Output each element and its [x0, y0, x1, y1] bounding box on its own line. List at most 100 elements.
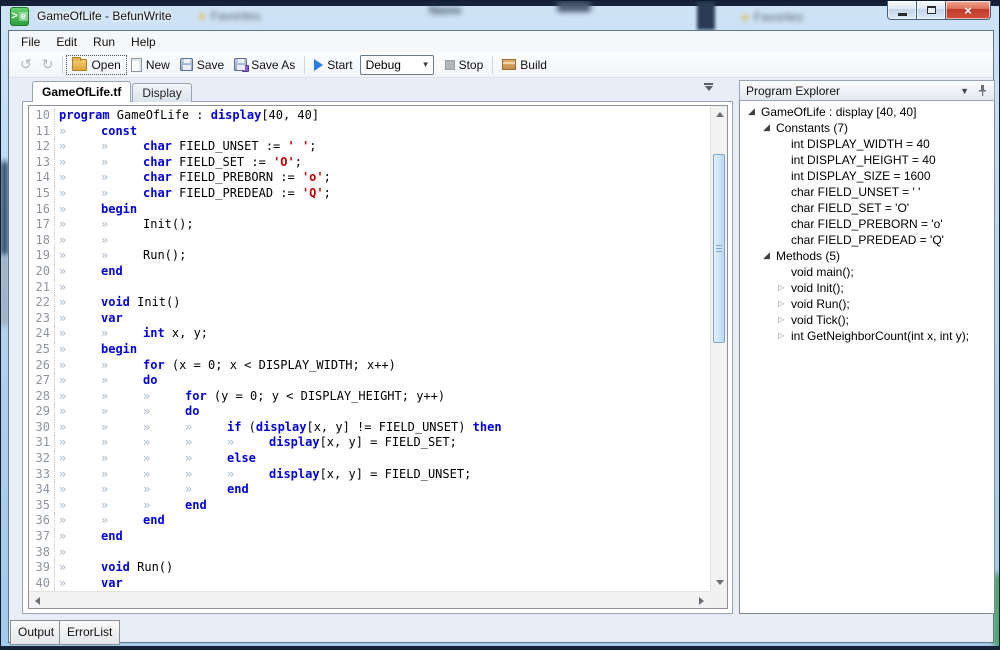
code-line[interactable]: 27»»do — [29, 373, 710, 389]
code-line[interactable]: 36»»end — [29, 513, 710, 529]
stop-button[interactable]: Stop — [440, 56, 489, 74]
scroll-up-icon — [716, 112, 724, 117]
code-line[interactable]: 21» — [29, 280, 710, 296]
code-line[interactable]: 24»»int x, y; — [29, 326, 710, 342]
tree-item[interactable]: char FIELD_PREBORN = 'o' — [740, 216, 994, 232]
start-button[interactable]: Start — [309, 56, 357, 74]
tab-marker-icon: » — [143, 498, 185, 514]
tab-marker-icon: » — [185, 435, 227, 451]
code-line[interactable]: 14»»char FIELD_PREBORN := 'o'; — [29, 170, 710, 186]
tab-marker-icon: » — [101, 326, 143, 342]
keyword: display — [256, 420, 307, 434]
tab-list-dropdown-icon[interactable] — [703, 83, 714, 93]
tab-output[interactable]: Output — [10, 620, 62, 645]
code-line[interactable]: 40»var — [29, 576, 710, 591]
tree-item[interactable]: ◢Methods (5) — [740, 248, 994, 264]
code-line[interactable]: 17»»Init(); — [29, 217, 710, 233]
code-line[interactable]: 20»end — [29, 264, 710, 280]
code-line[interactable]: 22»void Init() — [29, 295, 710, 311]
code-editor[interactable]: 10program GameOfLife : display[40, 40]11… — [28, 105, 728, 609]
code-line[interactable]: 33»»»»»display[x, y] = FIELD_UNSET; — [29, 467, 710, 483]
horizontal-scrollbar[interactable] — [29, 591, 710, 608]
menu-item-file[interactable]: File — [13, 33, 48, 51]
tree-item[interactable]: void main(); — [740, 264, 994, 280]
code-fragment: Init() — [130, 295, 181, 309]
code-line[interactable]: 39»void Run() — [29, 560, 710, 576]
pin-icon[interactable] — [977, 84, 988, 97]
stop-label: Stop — [459, 58, 484, 72]
save-as-button[interactable]: Save As — [229, 56, 300, 74]
code-line[interactable]: 26»»for (x = 0; x < DISPLAY_WIDTH; x++) — [29, 358, 710, 374]
menu-item-run[interactable]: Run — [85, 33, 123, 51]
close-button[interactable]: × — [946, 1, 991, 20]
code-line[interactable]: 37»end — [29, 529, 710, 545]
titlebar[interactable]: > e GameOfLife - BefunWrite × — [1, 1, 1000, 30]
menu-item-edit[interactable]: Edit — [48, 33, 85, 51]
tree-item[interactable]: char FIELD_PREDEAD = 'Q' — [740, 232, 994, 248]
scroll-down-button[interactable] — [711, 574, 728, 591]
code-line[interactable]: 11»const — [29, 124, 710, 140]
tree-item[interactable]: ▷void Tick(); — [740, 312, 994, 328]
code-line[interactable]: 15»»char FIELD_PREDEAD := 'Q'; — [29, 186, 710, 202]
new-label: New — [146, 58, 170, 72]
vertical-scroll-thumb[interactable] — [713, 154, 725, 343]
tree-item[interactable]: int DISPLAY_HEIGHT = 40 — [740, 152, 994, 168]
undo-icon[interactable]: ↺ — [15, 57, 37, 73]
tree-item[interactable]: ▷int GetNeighborCount(int x, int y); — [740, 328, 994, 344]
tree-collapsed-icon[interactable]: ▷ — [778, 296, 791, 312]
code-line[interactable]: 38» — [29, 545, 710, 561]
build-button[interactable]: Build — [497, 56, 552, 74]
tab-marker-icon: » — [101, 358, 143, 374]
tab-gameoflife-tf[interactable]: GameOfLife.tf — [32, 81, 131, 102]
code-fragment: FIELD_UNSET := — [172, 139, 288, 153]
redo-icon[interactable]: ↻ — [37, 57, 59, 73]
tree-item[interactable]: int DISPLAY_WIDTH = 40 — [740, 136, 994, 152]
tree-item[interactable]: char FIELD_UNSET = ' ' — [740, 184, 994, 200]
tree-item[interactable]: ▷void Run(); — [740, 296, 994, 312]
tree-item[interactable]: ▷void Init(); — [740, 280, 994, 296]
keyword: var — [101, 576, 123, 590]
tree-item[interactable]: int DISPLAY_SIZE = 1600 — [740, 168, 994, 184]
code-line[interactable]: 34»»»»end — [29, 482, 710, 498]
scroll-right-button[interactable] — [693, 592, 710, 609]
menu-item-help[interactable]: Help — [123, 33, 164, 51]
maximize-button[interactable] — [917, 1, 946, 20]
code-line[interactable]: 35»»»end — [29, 498, 710, 514]
code-line[interactable]: 18»» — [29, 233, 710, 249]
tab-errorlist[interactable]: ErrorList — [59, 620, 120, 645]
tree-expanded-icon[interactable]: ◢ — [748, 104, 761, 120]
save-button[interactable]: Save — [175, 56, 229, 74]
code-line[interactable]: 10program GameOfLife : display[40, 40] — [29, 108, 710, 124]
code-line[interactable]: 25»begin — [29, 342, 710, 358]
new-button[interactable]: New — [126, 56, 175, 74]
code-line[interactable]: 29»»»do — [29, 404, 710, 420]
code-line[interactable]: 12»»char FIELD_UNSET := ' '; — [29, 139, 710, 155]
scroll-up-button[interactable] — [711, 106, 728, 123]
code-line[interactable]: 13»»char FIELD_SET := 'O'; — [29, 155, 710, 171]
tree-item[interactable]: char FIELD_SET = 'O' — [740, 200, 994, 216]
code-line[interactable]: 31»»»»»display[x, y] = FIELD_SET; — [29, 435, 710, 451]
debug-mode-select[interactable]: Debug ▼ — [360, 55, 434, 75]
open-button[interactable]: Open — [67, 56, 125, 74]
code-line[interactable]: 19»»Run(); — [29, 248, 710, 264]
minimize-button[interactable] — [887, 1, 917, 20]
code-line[interactable]: 30»»»»if (display[x, y] != FIELD_UNSET) … — [29, 420, 710, 436]
scroll-left-button[interactable] — [29, 592, 46, 609]
tree-item[interactable]: ◢GameOfLife : display [40, 40] — [740, 104, 994, 120]
keyword: void — [101, 560, 130, 574]
tree-item[interactable]: ◢Constants (7) — [740, 120, 994, 136]
vertical-scrollbar[interactable] — [710, 106, 727, 591]
tree-collapsed-icon[interactable]: ▷ — [778, 312, 791, 328]
keyword: end — [101, 264, 123, 278]
code-line[interactable]: 16»begin — [29, 202, 710, 218]
tree-expanded-icon[interactable]: ◢ — [763, 248, 776, 264]
code-line[interactable]: 28»»»for (y = 0; y < DISPLAY_HEIGHT; y++… — [29, 389, 710, 405]
tab-display[interactable]: Display — [132, 83, 191, 102]
code-line[interactable]: 23»var — [29, 311, 710, 327]
tree-collapsed-icon[interactable]: ▷ — [778, 328, 791, 344]
code-view[interactable]: 10program GameOfLife : display[40, 40]11… — [29, 106, 710, 591]
tree-collapsed-icon[interactable]: ▷ — [778, 280, 791, 296]
tree-expanded-icon[interactable]: ◢ — [763, 120, 776, 136]
code-line[interactable]: 32»»»»else — [29, 451, 710, 467]
panel-menu-icon[interactable]: ▼ — [960, 86, 969, 96]
